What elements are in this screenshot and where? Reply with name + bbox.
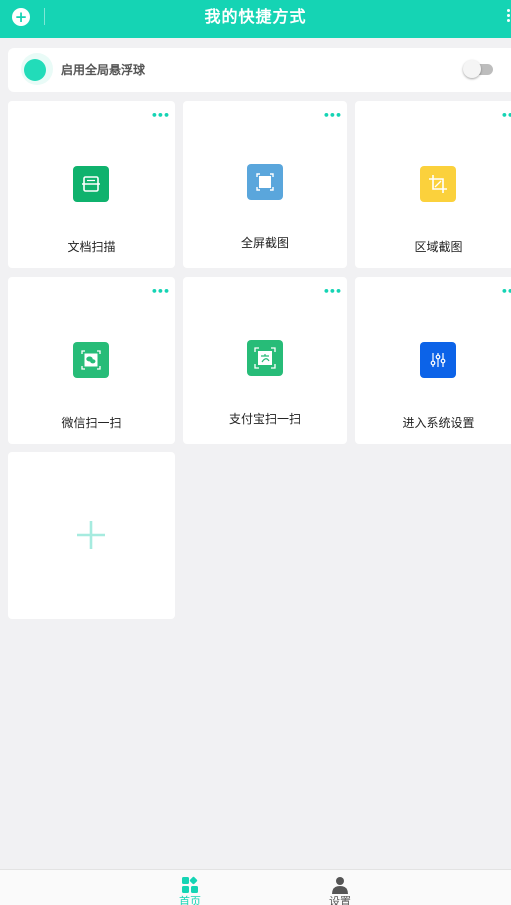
shortcut-tile-system-settings[interactable]: ••• 进入系统设置	[355, 277, 511, 444]
bottom-navigation: 首页 设置	[0, 869, 511, 905]
wechat-scan-icon	[73, 342, 109, 378]
tile-label: 进入系统设置	[402, 416, 475, 430]
floating-ball-icon	[24, 59, 46, 81]
tile-label: 支付宝扫一扫	[228, 412, 301, 426]
tile-label: 区域截图	[414, 240, 463, 254]
person-icon	[332, 877, 348, 894]
tile-label: 文档扫描	[67, 240, 116, 254]
app-header: + 我的快捷方式	[0, 0, 511, 38]
tile-menu-dots-icon[interactable]: •••	[501, 286, 511, 297]
grid-icon	[182, 876, 198, 893]
floating-ball-label: 启用全局悬浮球	[61, 63, 146, 77]
plus-icon	[77, 521, 105, 549]
shortcut-tile-area-capture[interactable]: ••• 区域截图	[355, 101, 511, 268]
toggle-knob	[463, 60, 481, 78]
tile-menu-dots-icon[interactable]: •••	[151, 110, 170, 121]
more-vertical-icon[interactable]	[507, 9, 511, 25]
shortcut-tile-fullscreen-capture[interactable]: ••• 全屏截图	[183, 101, 347, 268]
floating-ball-card: 启用全局悬浮球	[8, 48, 511, 92]
nav-settings[interactable]: 设置	[310, 876, 370, 905]
nav-home[interactable]: 首页	[160, 876, 220, 905]
alipay-scan-icon	[247, 340, 283, 376]
add-shortcut-tile[interactable]	[8, 452, 175, 619]
crop-icon	[420, 166, 456, 202]
tile-label: 微信扫一扫	[61, 416, 122, 430]
shortcut-tile-alipay-scan[interactable]: ••• 支付宝扫一扫	[183, 277, 347, 444]
tile-menu-dots-icon[interactable]: •••	[323, 286, 342, 297]
fullscreen-capture-icon	[247, 164, 283, 200]
tile-label: 全屏截图	[240, 236, 289, 250]
document-scan-icon	[73, 166, 109, 202]
tile-menu-dots-icon[interactable]: •••	[501, 110, 511, 121]
tile-menu-dots-icon[interactable]: •••	[151, 286, 170, 297]
floating-ball-toggle[interactable]	[463, 60, 494, 78]
tile-menu-dots-icon[interactable]: •••	[323, 110, 342, 121]
page-title: 我的快捷方式	[204, 7, 307, 26]
shortcut-tile-wechat-scan[interactable]: ••• 微信扫一扫	[8, 277, 175, 444]
sliders-icon	[420, 342, 456, 378]
shortcut-tile-document-scan[interactable]: ••• 文档扫描	[8, 101, 175, 268]
